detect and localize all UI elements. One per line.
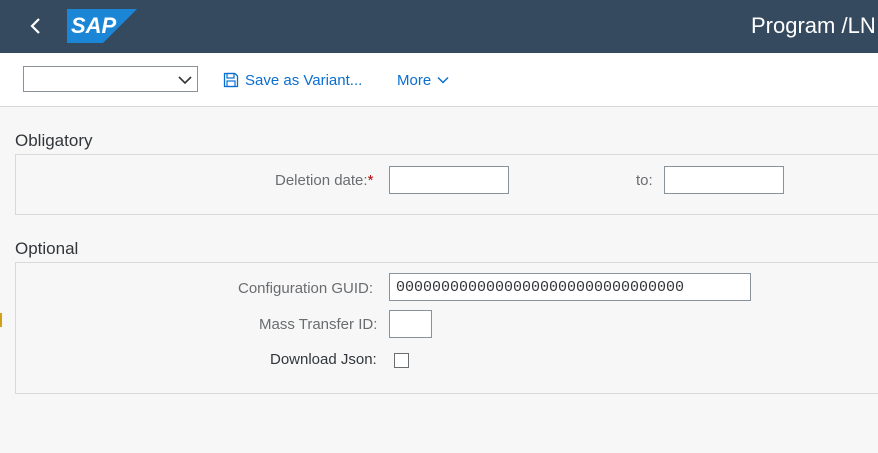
mass-transfer-id-label: Mass Transfer ID: xyxy=(259,316,378,333)
obligatory-section-title: Obligatory xyxy=(15,131,93,150)
window-edge-marker xyxy=(0,313,2,327)
sap-logo-text: SAP xyxy=(71,13,117,38)
save-icon xyxy=(223,72,239,88)
toolbar: Save as Variant... More xyxy=(0,53,878,107)
chevron-down-icon xyxy=(437,76,449,84)
optional-group: Configuration GUID: Mass Transfer ID: Do… xyxy=(15,262,878,394)
required-marker: * xyxy=(367,172,374,189)
optional-section-title: Optional xyxy=(15,239,79,258)
configuration-guid-input[interactable] xyxy=(389,273,751,301)
download-json-label: Download Json: xyxy=(270,351,377,368)
page-title: Program /LN xyxy=(751,13,876,38)
chevron-down-icon xyxy=(178,76,192,85)
variant-select[interactable] xyxy=(23,66,198,92)
back-button[interactable] xyxy=(22,12,50,40)
sap-logo[interactable]: SAP xyxy=(67,9,137,43)
deletion-date-from-input[interactable] xyxy=(389,166,509,194)
more-label: More xyxy=(397,71,432,89)
deletion-date-to-input[interactable] xyxy=(664,166,784,194)
shell-bar: SAP Program /LN xyxy=(0,0,878,53)
save-as-variant-button[interactable]: Save as Variant... xyxy=(223,68,362,92)
configuration-guid-label: Configuration GUID: xyxy=(238,280,374,297)
more-button[interactable]: More xyxy=(397,68,450,92)
chevron-left-icon xyxy=(30,18,40,34)
to-label: to: xyxy=(636,172,653,189)
deletion-date-label: Deletion date:* xyxy=(275,172,373,189)
download-json-checkbox[interactable] xyxy=(394,353,409,368)
deletion-date-label-text: Deletion date: xyxy=(275,172,368,189)
obligatory-group: Deletion date:* to: xyxy=(15,154,878,215)
save-as-variant-label: Save as Variant... xyxy=(245,71,363,89)
mass-transfer-id-input[interactable] xyxy=(389,310,432,338)
